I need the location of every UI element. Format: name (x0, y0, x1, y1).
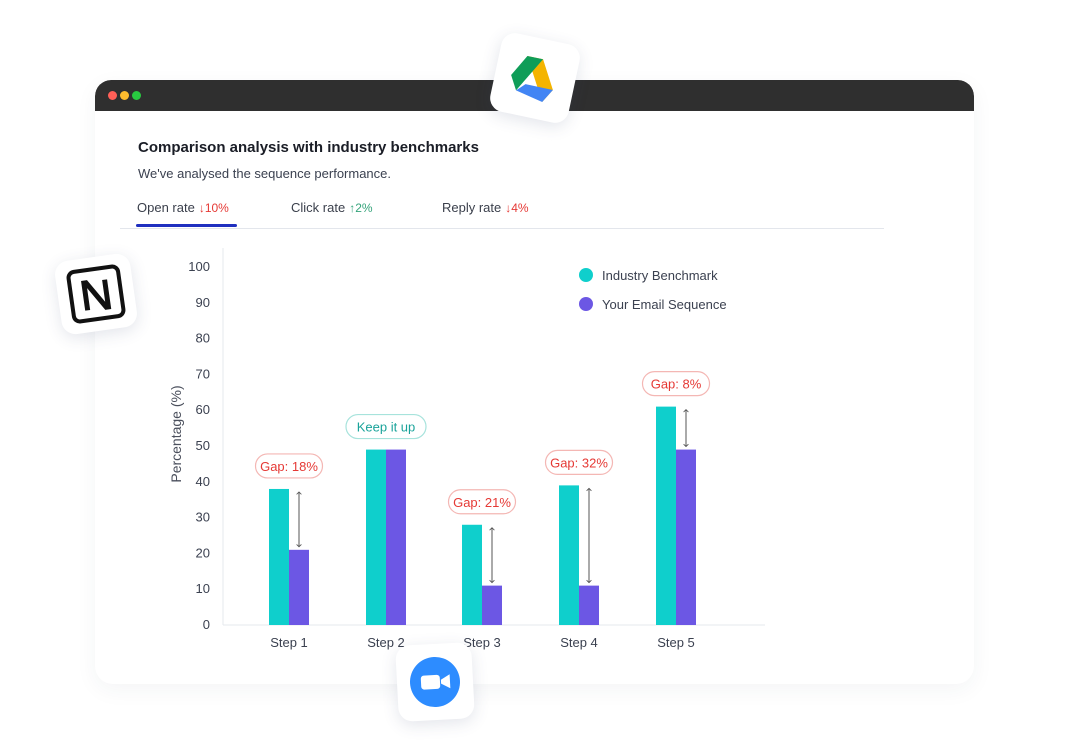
y-tick-label: 0 (203, 617, 210, 632)
annotation-label: Gap: 21% (453, 495, 511, 510)
annotation-label: Gap: 18% (260, 459, 318, 474)
annotation-label: Keep it up (357, 420, 416, 435)
y-tick-label: 30 (196, 510, 210, 525)
bar-email-sequence (676, 449, 696, 625)
bar-email-sequence (482, 585, 502, 625)
bar-industry-benchmark (559, 485, 579, 625)
y-tick-label: 70 (196, 366, 210, 381)
y-tick-label: 100 (188, 259, 210, 274)
y-tick-label: 20 (196, 545, 210, 560)
legend-marker-email-sequence (579, 297, 593, 311)
bar-email-sequence (386, 449, 406, 625)
bar-industry-benchmark (366, 449, 386, 625)
y-tick-label: 60 (196, 402, 210, 417)
legend-marker-industry-benchmark (579, 268, 593, 282)
google-drive-icon (487, 30, 583, 126)
x-tick-label: Step 1 (270, 635, 308, 650)
y-tick-label: 90 (196, 295, 210, 310)
bar-email-sequence (579, 585, 599, 625)
y-tick-label: 40 (196, 474, 210, 489)
y-axis-label: Percentage (%) (168, 385, 184, 482)
annotation-label: Gap: 8% (651, 377, 702, 392)
notion-icon (53, 252, 139, 336)
annotation-label: Gap: 32% (550, 455, 608, 470)
bar-industry-benchmark (462, 524, 482, 625)
bar-industry-benchmark (269, 488, 289, 625)
legend-label-industry-benchmark: Industry Benchmark (602, 268, 718, 283)
bar-industry-benchmark (656, 406, 676, 625)
x-tick-label: Step 5 (657, 635, 695, 650)
legend-label-email-sequence: Your Email Sequence (602, 297, 727, 312)
bar-email-sequence (289, 549, 309, 625)
x-tick-label: Step 4 (560, 635, 598, 650)
zoom-icon (395, 642, 475, 722)
y-tick-label: 50 (196, 438, 210, 453)
y-tick-label: 80 (196, 331, 210, 346)
y-tick-label: 10 (196, 581, 210, 596)
